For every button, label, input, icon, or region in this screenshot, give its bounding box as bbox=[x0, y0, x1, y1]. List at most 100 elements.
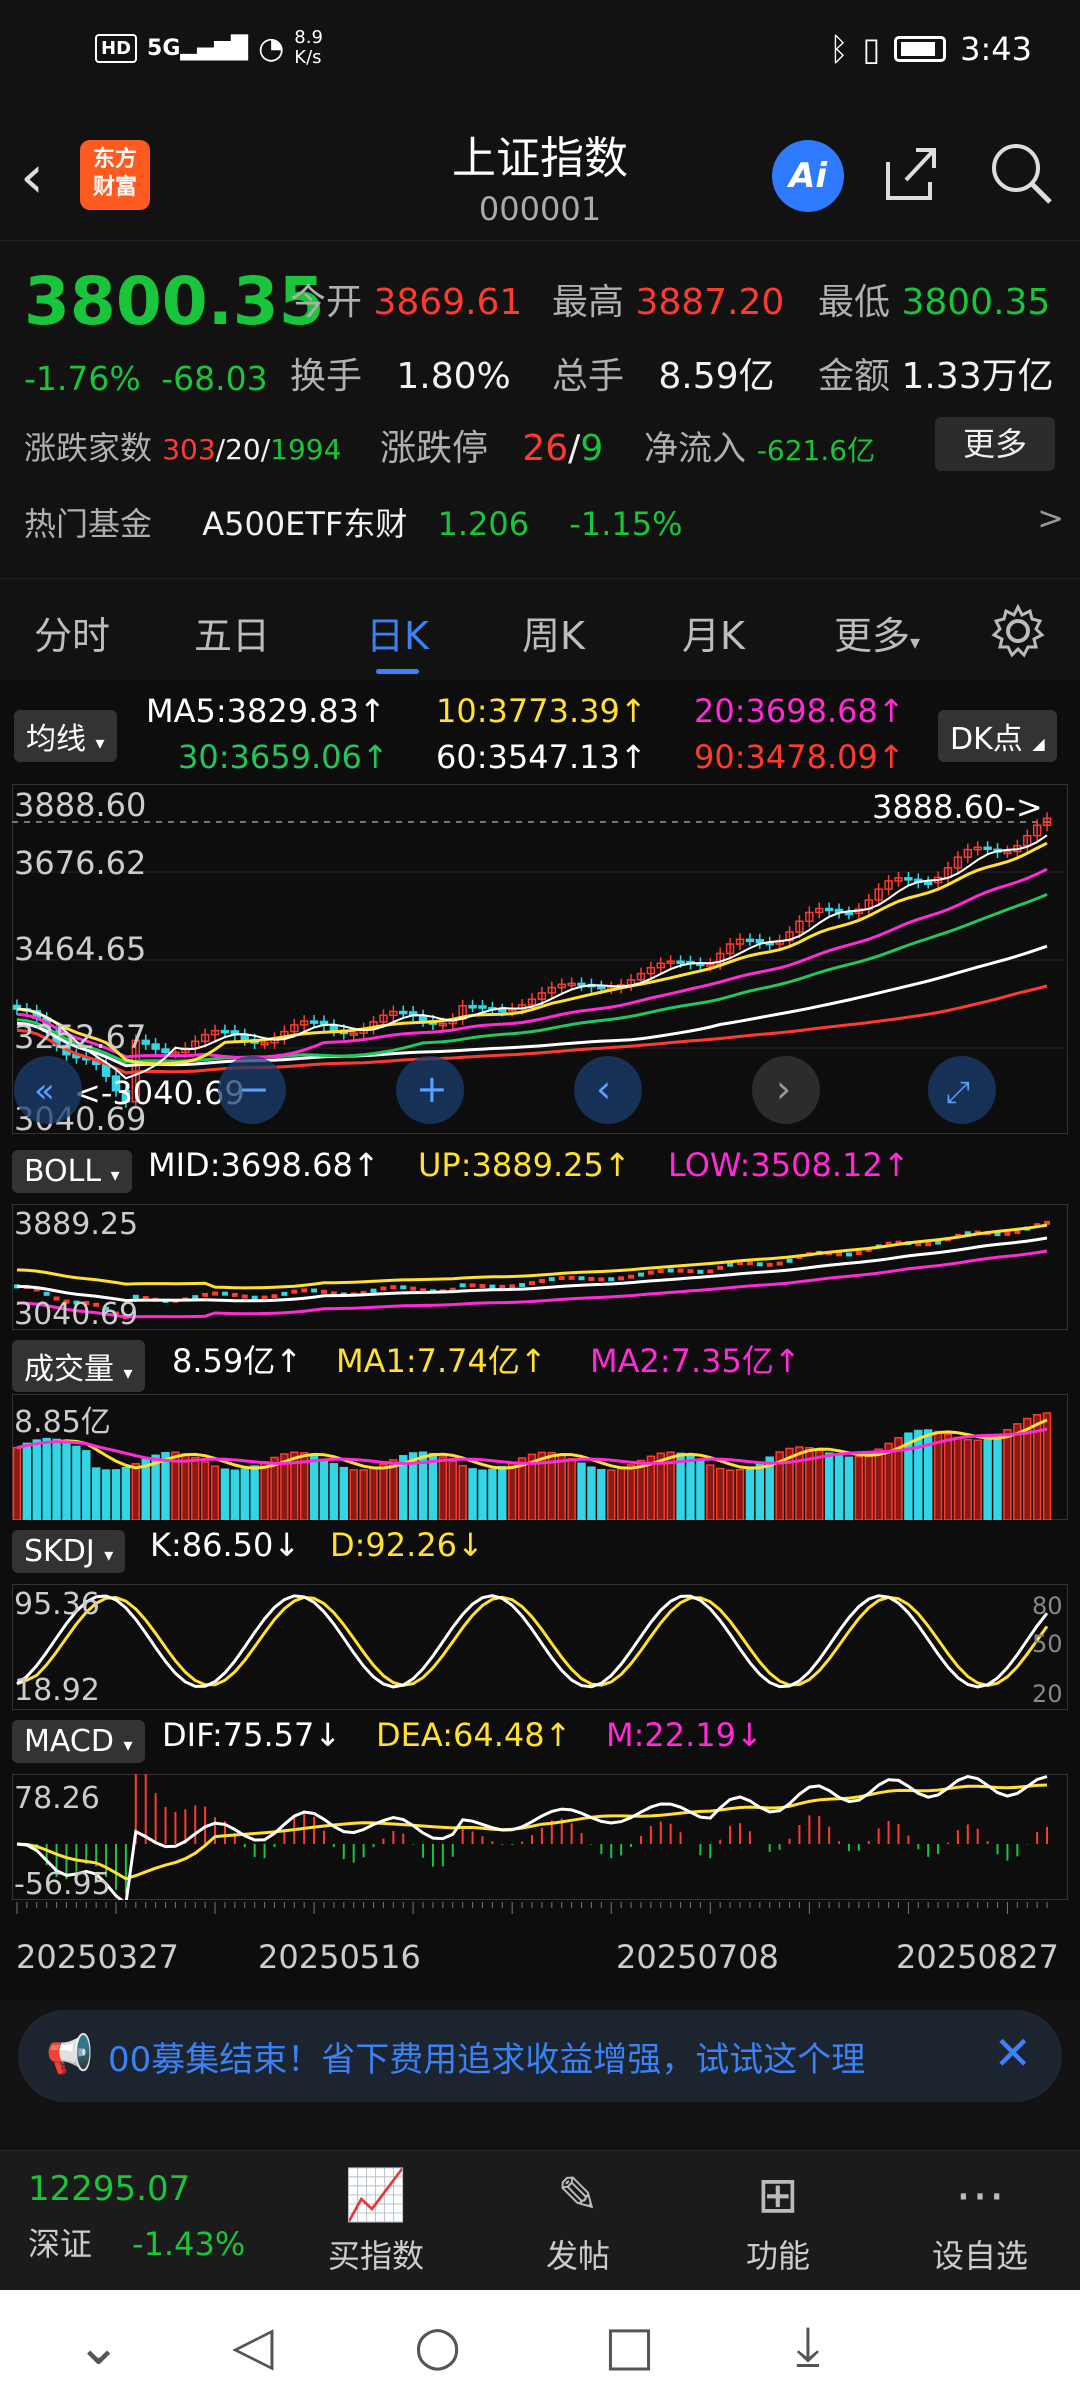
tab-weekly-k[interactable]: 周K bbox=[522, 605, 585, 660]
netflow-field: 净流入 -621.6亿 bbox=[644, 429, 876, 469]
volume-bar bbox=[329, 1463, 339, 1520]
status-right: ᛒ ▯ 3:43 bbox=[829, 30, 1032, 68]
promo-banner[interactable]: 📢 00募集结束！省下费用追求收益增强，试试这个理 ✕ bbox=[18, 2010, 1062, 2102]
tab-intraday[interactable]: 分时 bbox=[34, 605, 110, 660]
recents-icon[interactable]: □ bbox=[604, 2314, 655, 2377]
volume-ma1-label: MA1:7.74亿↑ bbox=[336, 1342, 547, 1380]
related-index[interactable]: 12295.07 深证 -1.43% bbox=[28, 2169, 245, 2265]
price-change: -1.76% -68.03 bbox=[24, 359, 268, 398]
volume-bar bbox=[686, 1455, 695, 1520]
boll-chart[interactable]: 3889.25 3040.69 bbox=[12, 1204, 1068, 1330]
tab-more[interactable]: 更多▾ bbox=[834, 605, 920, 660]
macd-chart[interactable]: 78.26 -56.95 bbox=[12, 1774, 1068, 1900]
bottom-toolbar: 12295.07 深证 -1.43% 📈 买指数 ✎ 发帖 ⊞ 功能 ⋯ 设自选 bbox=[0, 2150, 1080, 2290]
volume-bar bbox=[339, 1466, 349, 1520]
title-bar: ‹ 东方 财富 上证指数 000001 Ai bbox=[0, 110, 1080, 240]
boll-candle bbox=[608, 1277, 615, 1282]
boll-candle bbox=[410, 1286, 417, 1291]
boll-candle bbox=[746, 1261, 753, 1266]
boll-indicator-button[interactable]: BOLL ▾ bbox=[12, 1150, 132, 1193]
candle-body bbox=[468, 1005, 477, 1009]
volume-bar bbox=[815, 1449, 824, 1520]
home-icon[interactable]: ○ bbox=[414, 2314, 461, 2377]
candle-body bbox=[844, 911, 854, 916]
volume-bar bbox=[587, 1466, 596, 1520]
volume-bar bbox=[161, 1452, 170, 1520]
boll-candle bbox=[598, 1277, 605, 1282]
chevron-right-icon: › bbox=[776, 1067, 791, 1111]
add-watchlist-button[interactable]: ⋯ 设自选 bbox=[900, 2165, 1060, 2277]
date-label-3: 20250708 bbox=[616, 1938, 779, 1976]
grid-icon: ⊞ bbox=[757, 2166, 799, 2224]
candle-body bbox=[824, 907, 834, 912]
volume-bar bbox=[735, 1468, 745, 1520]
candle-body bbox=[904, 877, 913, 881]
share-icon[interactable] bbox=[880, 142, 942, 204]
caret-down-icon: ▾ bbox=[110, 1165, 120, 1186]
candle-body bbox=[478, 1005, 487, 1009]
open-field: 今开 3869.61 bbox=[290, 282, 523, 323]
more-quote-button[interactable]: 更多 bbox=[935, 417, 1055, 471]
volume-bar bbox=[191, 1456, 200, 1520]
volume-bar bbox=[993, 1434, 1002, 1520]
date-axis: 20250327 20250516 20250708 20250827 bbox=[16, 1902, 1059, 1976]
volume-bar bbox=[200, 1461, 210, 1520]
functions-button[interactable]: ⊞ 功能 bbox=[698, 2165, 858, 2277]
volume-bar bbox=[953, 1436, 963, 1520]
volume-bar bbox=[22, 1442, 32, 1520]
ma-indicator-button[interactable]: 均线 ▾ bbox=[14, 710, 117, 762]
close-icon[interactable]: ✕ bbox=[993, 2026, 1032, 2080]
volume-bar bbox=[577, 1462, 586, 1520]
tab-daily-k[interactable]: 日K bbox=[366, 605, 429, 674]
dk-point-button[interactable]: DK点 ◢ bbox=[938, 710, 1057, 762]
volume-bar bbox=[1003, 1428, 1012, 1520]
candle-body bbox=[418, 1015, 428, 1022]
candle-body bbox=[498, 1008, 507, 1013]
candle-body bbox=[577, 982, 586, 987]
settings-gear-icon[interactable] bbox=[990, 603, 1046, 659]
boll-candle bbox=[1004, 1231, 1011, 1236]
volume-bar bbox=[824, 1452, 834, 1520]
megaphone-icon: 📢 bbox=[46, 2032, 94, 2076]
boll-upper-line bbox=[16, 1223, 1048, 1290]
volume-bar bbox=[834, 1455, 844, 1520]
boll-candle bbox=[370, 1288, 377, 1293]
volume-bar bbox=[607, 1469, 616, 1520]
download-icon[interactable]: ⤓ bbox=[796, 2314, 820, 2378]
hide-keyboard-icon[interactable]: ⌄ bbox=[76, 2314, 121, 2377]
max-price-marker: 3888.60-> bbox=[872, 788, 1043, 826]
search-icon[interactable] bbox=[988, 140, 1054, 206]
vibrate-icon: ▯ bbox=[862, 30, 881, 68]
ai-icon[interactable]: Ai bbox=[772, 140, 844, 212]
volume-bar bbox=[32, 1439, 41, 1520]
quote-panel: 3800.35 -1.76% -68.03 今开 3869.61 最高 3887… bbox=[0, 240, 1080, 580]
skdj-y-top: 95.36 bbox=[14, 1587, 100, 1622]
boll-candle bbox=[657, 1269, 664, 1274]
buy-index-button[interactable]: 📈 买指数 bbox=[296, 2165, 456, 2277]
boll-candle bbox=[647, 1270, 654, 1275]
volume-bar bbox=[1013, 1423, 1022, 1520]
hot-fund-row[interactable]: 热门基金 A500ETF东财 1.206 -1.15% > bbox=[24, 499, 1064, 545]
tab-monthly-k[interactable]: 月K bbox=[682, 605, 745, 660]
boll-candle bbox=[489, 1284, 496, 1289]
tab-five-day[interactable]: 五日 bbox=[194, 605, 270, 660]
expand-icon: ⤢ bbox=[946, 1075, 970, 1110]
volume-chart[interactable]: 8.85亿 bbox=[12, 1394, 1068, 1520]
volume-bar bbox=[507, 1461, 517, 1520]
volume-indicator-button[interactable]: 成交量 ▾ bbox=[12, 1340, 145, 1392]
volume-bar bbox=[745, 1466, 755, 1520]
skdj-chart[interactable]: 95.36 18.92 80 50 20 bbox=[12, 1584, 1068, 1710]
kline-chart[interactable]: 3888.60 3676.62 3464.65 3252.67 3040.69 … bbox=[12, 784, 1068, 1134]
skdj-indicator-button[interactable]: SKDJ ▾ bbox=[12, 1530, 126, 1573]
ma5-label: MA5:3829.83↑ bbox=[146, 692, 386, 730]
macd-m-label: M:22.19↓ bbox=[606, 1716, 763, 1754]
post-button[interactable]: ✎ 发帖 bbox=[498, 2165, 658, 2277]
boll-candle bbox=[529, 1281, 535, 1286]
chart-area: 均线 ▾ MA5:3829.83↑ 10:3773.39↑ 20:3698.68… bbox=[0, 680, 1080, 2000]
volume-bar bbox=[458, 1464, 467, 1520]
volume-bar bbox=[844, 1456, 854, 1520]
boll-candle bbox=[578, 1276, 585, 1281]
candle-body bbox=[755, 939, 765, 944]
back-icon[interactable]: ◁ bbox=[232, 2314, 274, 2377]
macd-indicator-button[interactable]: MACD ▾ bbox=[12, 1720, 145, 1763]
